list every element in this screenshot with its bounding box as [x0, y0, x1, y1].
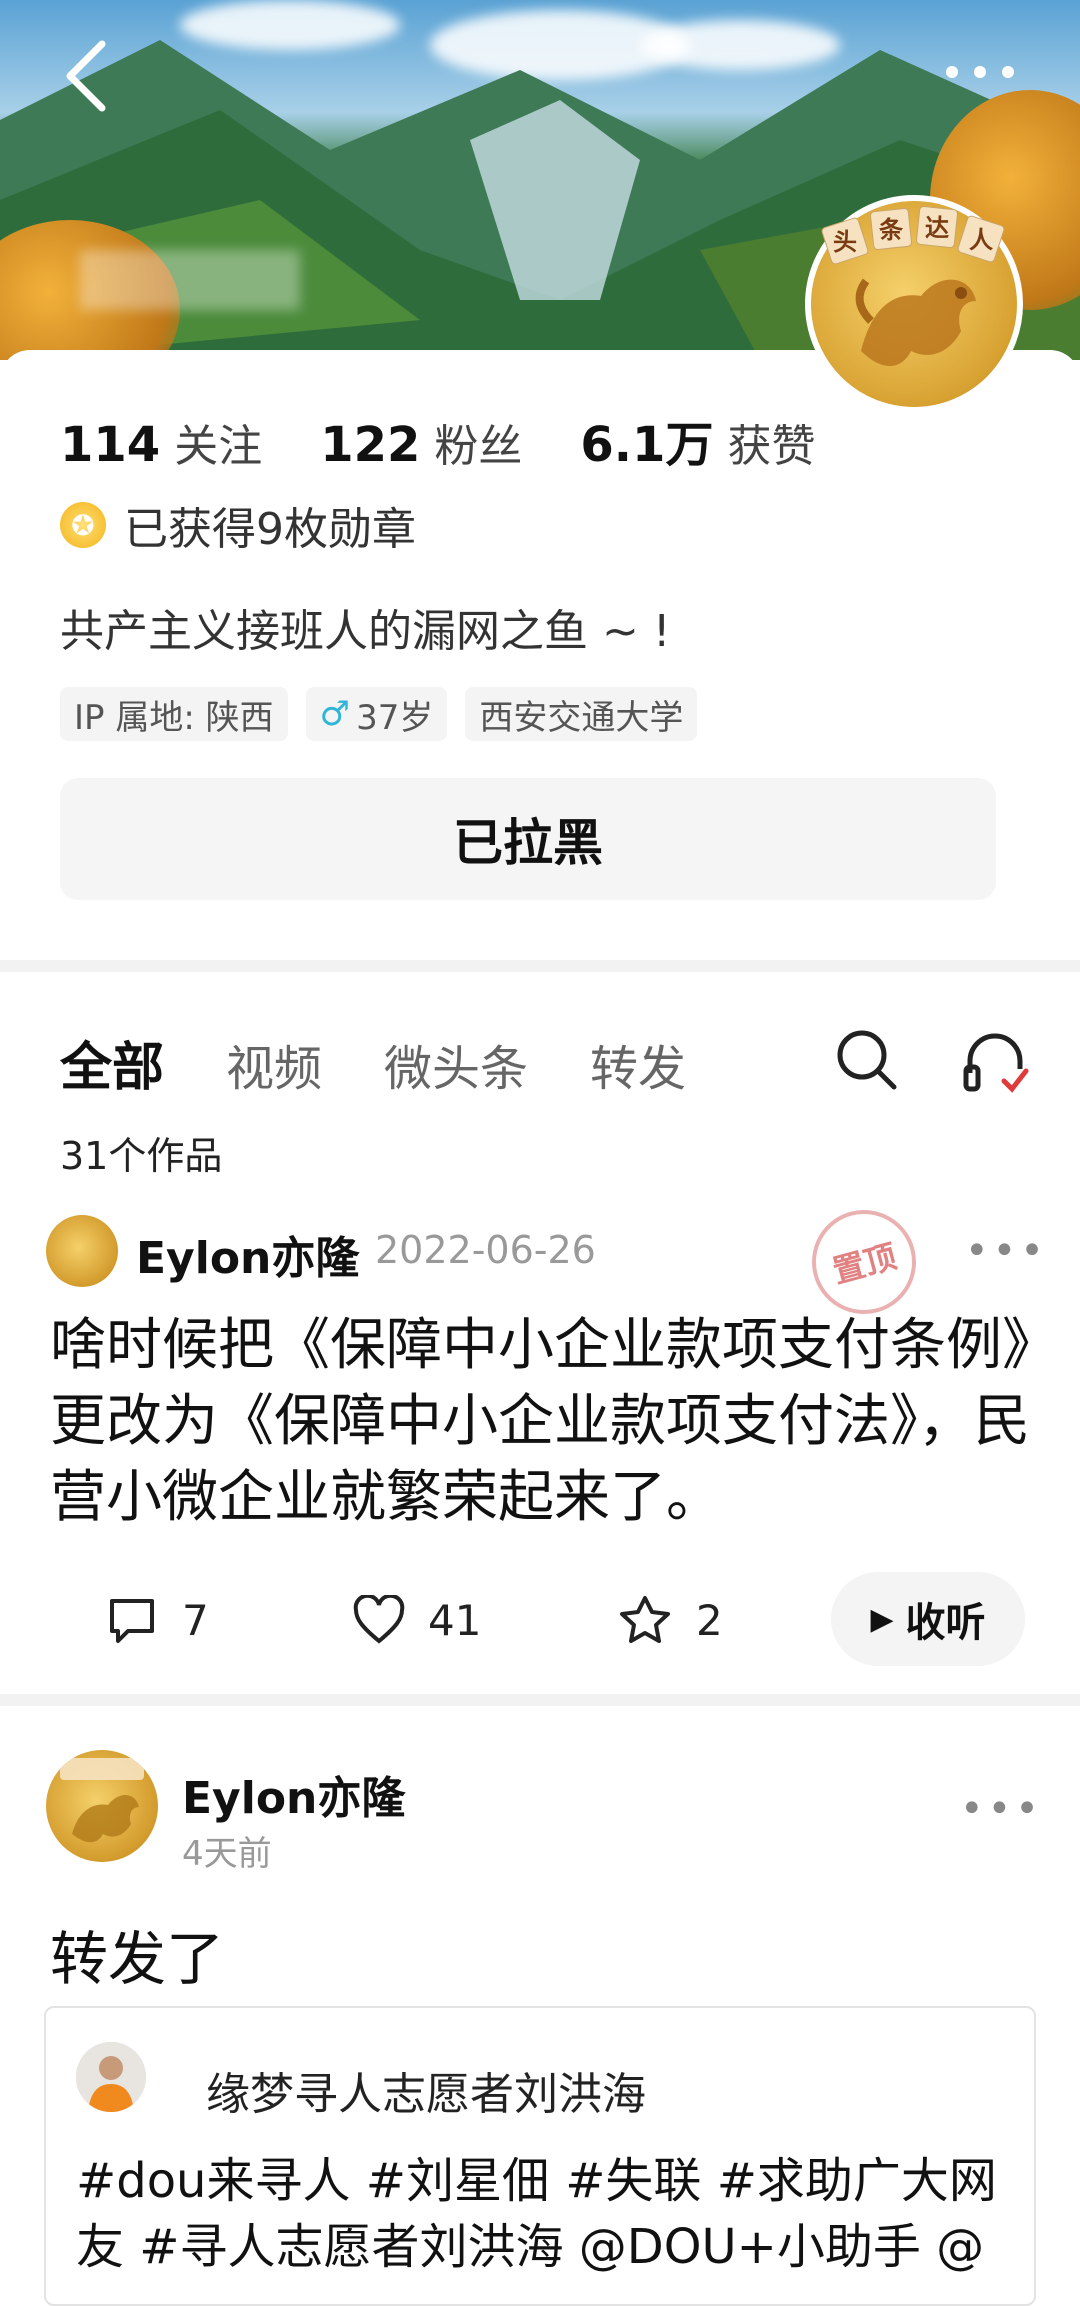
person-avatar-icon — [76, 2042, 146, 2112]
heart-icon — [353, 1595, 405, 1644]
pinned-stamp: 置顶 — [800, 1198, 928, 1326]
content-tabs: 全部 视频 微头条 转发 — [60, 1025, 748, 1100]
medal-icon: ✪ — [60, 502, 106, 548]
tag-text: 37岁 — [356, 697, 434, 738]
favorite-button[interactable]: 2 — [618, 1572, 723, 1668]
tag-text: IP 属地: 陕西 — [74, 697, 274, 738]
star-icon — [620, 1596, 670, 1643]
blurred-username — [80, 250, 300, 310]
play-icon: ▶ — [870, 1601, 894, 1637]
quoted-author-avatar[interactable] — [76, 2042, 146, 2112]
svg-text:人: 人 — [969, 226, 993, 254]
stat-likes[interactable]: 6.1万 获赞 — [580, 405, 815, 475]
post-more-dots-icon[interactable]: ••• — [960, 1786, 1043, 1832]
stat-number: 114 — [60, 417, 161, 473]
stat-label: 获赞 — [727, 421, 816, 472]
post-content[interactable]: 啥时候把《保障中小企业款项支付条例》更改为《保障中小企业款项支付法》，民营小微企… — [50, 1308, 1030, 1536]
like-count: 41 — [428, 1595, 482, 1645]
search-icon — [837, 1030, 897, 1090]
listen-mode-button[interactable] — [960, 1025, 1030, 1095]
profile-tags: IP 属地: 陕西 ♂ 37岁 西安交通大学 — [60, 687, 698, 741]
profile-bio: 共产主义接班人的漏网之鱼 ~ ! — [60, 606, 671, 657]
toutiao-daren-badge: 头 条 达 人 — [821, 206, 1005, 265]
tag-ip-location: IP 属地: 陕西 — [60, 687, 288, 741]
medals-row[interactable]: ✪ 已获得9枚勋章 — [60, 495, 416, 555]
quoted-author-name[interactable]: 缘梦寻人志愿者刘洪海 — [206, 2058, 646, 2122]
tag-text: 西安交通大学 — [479, 697, 684, 738]
tag-age: ♂ 37岁 — [305, 687, 448, 741]
comment-icon — [110, 1599, 154, 1643]
stat-following[interactable]: 114 关注 — [60, 410, 262, 474]
stat-number: 6.1万 — [580, 417, 714, 473]
post-date: 2022-06-26 — [375, 1228, 596, 1272]
male-icon: ♂ — [319, 694, 351, 734]
listen-button[interactable]: ▶ 收听 — [831, 1572, 1025, 1666]
search-button[interactable] — [832, 1025, 900, 1093]
tab-repost[interactable]: 转发 — [590, 1029, 686, 1099]
post-author-name[interactable]: Eylon亦隆 — [136, 1222, 359, 1286]
blocked-button[interactable]: 已拉黑 — [60, 778, 996, 900]
svg-text:头: 头 — [833, 228, 857, 256]
more-options-button[interactable] — [940, 52, 1020, 92]
quoted-post-card[interactable]: 缘梦寻人志愿者刘洪海 #dou来寻人 #刘星佃 #失联 #求助广大网友 #寻人志… — [44, 2006, 1036, 2306]
svg-text:条: 条 — [879, 216, 904, 244]
more-dots-icon — [946, 66, 1014, 78]
medals-text: 已获得9枚勋章 — [124, 504, 416, 555]
chevron-left-icon — [66, 40, 106, 112]
section-divider — [0, 1694, 1080, 1706]
post-date: 4天前 — [182, 1834, 272, 1874]
stat-number: 122 — [320, 417, 421, 473]
comment-button[interactable]: 7 — [106, 1572, 209, 1668]
post-author-name[interactable]: Eylon亦隆 — [182, 1762, 405, 1826]
post-more-dots-icon[interactable]: ••• — [965, 1228, 1048, 1274]
profile-stats: 114 关注 122 粉丝 6.1万 获赞 — [60, 405, 873, 473]
tag-school: 西安交通大学 — [465, 687, 698, 741]
repost-caption: 转发了 — [50, 1925, 225, 1993]
stat-followers[interactable]: 122 粉丝 — [320, 410, 522, 474]
post-author-avatar[interactable] — [46, 1215, 118, 1287]
favorite-count: 2 — [696, 1595, 723, 1645]
works-count: 31个作品 — [60, 1134, 223, 1178]
section-divider — [0, 960, 1080, 972]
quoted-post-text[interactable]: #dou来寻人 #刘星佃 #失联 #求助广大网友 #寻人志愿者刘洪海 @DOU+… — [76, 2148, 1016, 2280]
headphones-icon — [963, 1033, 1029, 1093]
comment-count: 7 — [182, 1595, 209, 1645]
golden-qilin-icon — [60, 1758, 144, 1843]
tab-micro-headline[interactable]: 微头条 — [384, 1029, 528, 1099]
post-actions: 7 41 2 ▶ 收听 — [106, 1572, 1026, 1668]
post-author-avatar[interactable] — [46, 1750, 158, 1862]
back-button[interactable] — [60, 38, 116, 114]
tab-all[interactable]: 全部 — [60, 1025, 164, 1100]
stat-label: 粉丝 — [434, 421, 523, 472]
tab-video[interactable]: 视频 — [226, 1029, 322, 1099]
stat-label: 关注 — [174, 421, 263, 472]
like-button[interactable]: 41 — [352, 1572, 481, 1668]
svg-text:达: 达 — [925, 214, 949, 242]
listen-label: 收听 — [905, 1600, 986, 1646]
